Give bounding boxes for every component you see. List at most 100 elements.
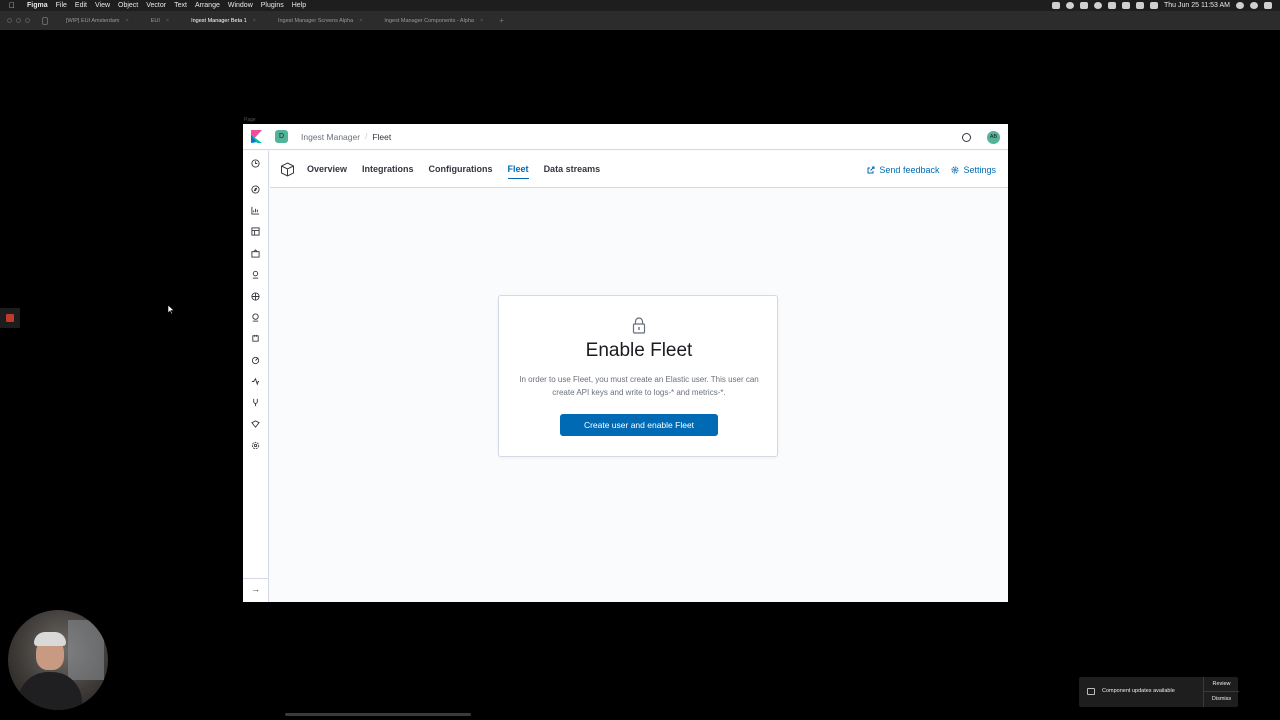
new-tab-icon[interactable]: + — [499, 16, 504, 25]
tab-eui[interactable]: EUI × — [147, 18, 173, 24]
external-link-icon — [867, 166, 875, 173]
menu-view[interactable]: View — [95, 2, 110, 9]
dev-tools-icon[interactable] — [251, 420, 260, 429]
management-gear-icon[interactable] — [251, 441, 260, 450]
user-avatar[interactable]: AB — [987, 130, 1000, 144]
gear-icon — [951, 166, 959, 173]
menu-plugins[interactable]: Plugins — [261, 2, 284, 9]
canvas-scrollbar[interactable] — [285, 713, 471, 716]
dashboard-icon[interactable] — [251, 227, 260, 236]
menu-figma[interactable]: Figma — [27, 2, 48, 9]
minimize-window-icon[interactable] — [16, 18, 21, 23]
expand-nav-arrow-icon[interactable]: → — [249, 584, 262, 594]
tab-data-streams[interactable]: Data streams — [544, 151, 601, 188]
tray-settings-icon[interactable] — [1093, 2, 1102, 9]
siem-icon[interactable] — [251, 398, 260, 407]
app-tabs: Overview Integrations Configurations Fle… — [307, 151, 600, 188]
presenter-cap — [34, 632, 66, 646]
tray-wifi-icon[interactable] — [1121, 2, 1130, 9]
close-tab-icon[interactable]: × — [253, 18, 256, 24]
tab-integrations[interactable]: Integrations — [362, 151, 414, 188]
tab-configurations[interactable]: Configurations — [429, 151, 493, 188]
kibana-header: D Ingest Manager / Fleet AB — [243, 124, 1008, 150]
menu-object[interactable]: Object — [118, 2, 138, 9]
canvas-icon[interactable] — [251, 249, 260, 258]
ingest-manager-logo-icon — [281, 162, 294, 177]
settings-link[interactable]: Settings — [951, 165, 996, 175]
clock[interactable]: Thu Jun 25 11:53 AM — [1164, 2, 1230, 9]
siri-icon[interactable] — [1250, 2, 1258, 9]
menu-text[interactable]: Text — [174, 2, 187, 9]
figma-tab-bar: [WIP] EUI Amsterdam × EUI × Ingest Manager… — [0, 11, 1280, 30]
kibana-logo-icon[interactable] — [243, 124, 269, 150]
menu-help[interactable]: Help — [292, 2, 306, 9]
dismiss-button[interactable]: Dismiss — [1204, 692, 1239, 707]
toast-message: Component updates available — [1102, 688, 1175, 694]
status-tray: Thu Jun 25 11:53 AM — [1051, 0, 1272, 11]
breadcrumb-fleet: Fleet — [372, 131, 392, 142]
figma-home-icon[interactable] — [42, 16, 48, 25]
side-nav: → — [243, 151, 269, 602]
breadcrumb-separator: / — [365, 132, 368, 141]
library-book-icon — [1087, 688, 1095, 695]
window-controls — [7, 18, 30, 23]
mouse-cursor-icon — [168, 305, 174, 314]
tray-cloud-icon[interactable] — [1107, 2, 1116, 9]
zoom-window-icon[interactable] — [25, 18, 30, 23]
help-icon[interactable] — [962, 132, 971, 142]
stop-icon — [6, 314, 14, 322]
menu-file[interactable]: File — [56, 2, 67, 9]
tray-record-icon[interactable] — [1065, 2, 1074, 9]
app-subnav: Overview Integrations Configurations Fle… — [270, 151, 1008, 188]
space-avatar[interactable]: D — [275, 130, 288, 143]
logs-icon[interactable] — [251, 334, 260, 343]
send-feedback-label: Send feedback — [879, 164, 940, 175]
close-tab-icon[interactable]: × — [166, 18, 169, 24]
figma-toast: Component updates available Review Dismi… — [1079, 677, 1239, 707]
mac-menu-bar:  Figma File Edit View Object Vector Tex… — [0, 0, 1280, 11]
discover-icon[interactable] — [251, 185, 260, 194]
maps-icon[interactable] — [251, 270, 260, 279]
tray-display-icon[interactable] — [1079, 2, 1088, 9]
menu-window[interactable]: Window — [228, 2, 253, 9]
metrics-icon[interactable] — [251, 313, 260, 322]
apple-menu-icon[interactable]:  — [9, 1, 21, 10]
menu-vector[interactable]: Vector — [146, 2, 166, 9]
tab-overview[interactable]: Overview — [307, 151, 347, 188]
close-window-icon[interactable] — [7, 18, 12, 23]
notification-center-icon[interactable] — [1264, 2, 1272, 9]
divider — [243, 578, 268, 579]
close-tab-icon[interactable]: × — [359, 18, 362, 24]
close-tab-icon[interactable]: × — [480, 18, 483, 24]
toast-actions: Review Dismiss — [1203, 677, 1239, 707]
panel-title: Enable Fleet — [585, 340, 693, 361]
enable-fleet-panel: Enable Fleet In order to use Fleet, you … — [498, 295, 778, 457]
tab-fleet[interactable]: Fleet — [507, 151, 529, 188]
recent-icon[interactable] — [251, 159, 260, 168]
frame-label[interactable]: Page — [244, 117, 256, 123]
recording-indicator — [0, 308, 20, 328]
tab-wip-eui-amsterdam[interactable]: [WIP] EUI Amsterdam × — [62, 18, 133, 24]
tab-ingest-manager-beta-1[interactable]: Ingest Manager Beta 1 × — [187, 18, 260, 24]
visualize-icon[interactable] — [251, 206, 260, 215]
panel-description: In order to use Fleet, you must create a… — [519, 375, 759, 397]
menu-edit[interactable]: Edit — [75, 2, 87, 9]
uptime-icon[interactable] — [251, 377, 260, 386]
review-button[interactable]: Review — [1204, 677, 1239, 692]
webcam-overlay — [8, 610, 108, 710]
search-icon[interactable] — [1236, 2, 1244, 9]
apm-icon[interactable] — [251, 356, 260, 365]
tray-battery-icon[interactable] — [1149, 2, 1158, 9]
tab-ingest-manager-screens-alpha[interactable]: Ingest Manager Screens Alpha × — [274, 18, 366, 24]
ml-icon[interactable] — [251, 292, 260, 301]
tray-volume-icon[interactable] — [1135, 2, 1144, 9]
breadcrumb-ingest-manager[interactable]: Ingest Manager — [301, 132, 360, 142]
close-tab-icon[interactable]: × — [125, 18, 128, 24]
lock-icon — [632, 317, 646, 334]
create-user-enable-fleet-button[interactable]: Create user and enable Fleet — [560, 414, 718, 436]
background-shelf — [68, 620, 104, 680]
tray-app-icon[interactable] — [1051, 2, 1060, 9]
menu-arrange[interactable]: Arrange — [195, 2, 220, 9]
tab-ingest-manager-components-alpha[interactable]: Ingest Manager Components - Alpha × — [380, 18, 487, 24]
send-feedback-link[interactable]: Send feedback — [867, 165, 939, 175]
